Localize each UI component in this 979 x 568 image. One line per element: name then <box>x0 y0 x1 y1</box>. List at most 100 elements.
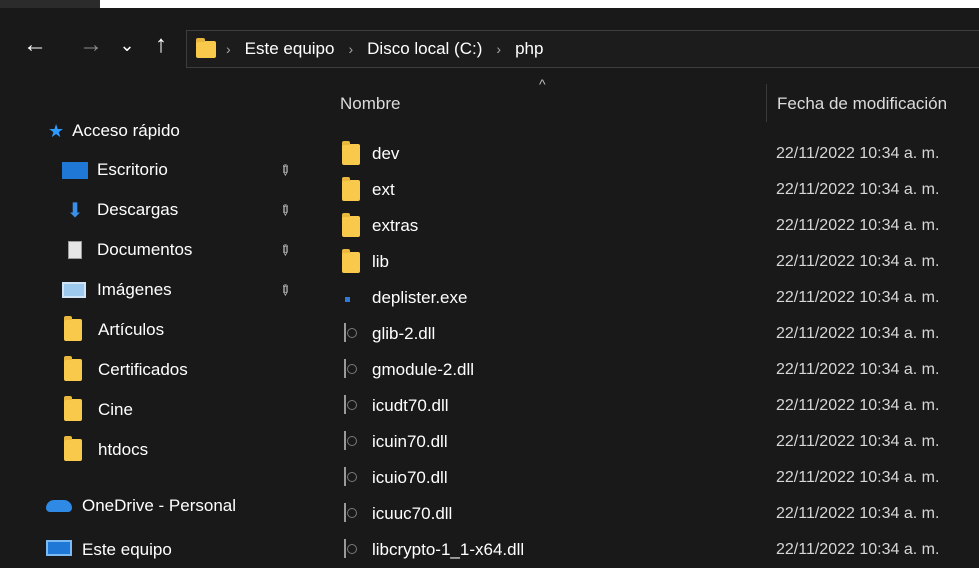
navigation-pane: ★ Acceso rápido Escritorio ✎ ⬇ Descargas… <box>0 74 304 563</box>
file-name: icuuc70.dll <box>372 504 453 523</box>
sort-ascending-icon: ^ <box>539 76 546 92</box>
file-row[interactable]: ext 22/11/2022 10:34 a. m. <box>320 172 979 208</box>
computer-icon <box>46 540 72 556</box>
breadcrumb-php[interactable]: php <box>515 39 543 59</box>
up-button[interactable]: ↑ <box>150 30 172 60</box>
star-icon: ★ <box>48 120 65 141</box>
title-tab <box>0 0 100 8</box>
pin-icon[interactable]: ✎ <box>275 280 295 300</box>
dll-file-icon <box>344 431 346 450</box>
file-modified-date: 22/11/2022 10:34 a. m. <box>776 145 940 162</box>
sidebar-item-label: htdocs <box>98 440 149 459</box>
sidebar-item-cine[interactable]: Cine <box>62 393 133 427</box>
breadcrumb-disco-local[interactable]: Disco local (C:) <box>367 39 482 59</box>
pin-icon[interactable]: ✎ <box>275 200 295 220</box>
column-divider[interactable] <box>766 84 767 122</box>
breadcrumb-separator: › <box>226 41 231 57</box>
file-name: icuio70.dll <box>372 468 448 487</box>
file-row[interactable]: icuuc70.dll 22/11/2022 10:34 a. m. <box>320 496 979 532</box>
dll-file-icon <box>344 539 346 558</box>
window-top-edge <box>0 0 979 8</box>
sidebar-item-onedrive[interactable]: OneDrive - Personal <box>46 489 236 523</box>
file-row[interactable]: glib-2.dll 22/11/2022 10:34 a. m. <box>320 316 979 352</box>
file-row[interactable]: icuio70.dll 22/11/2022 10:34 a. m. <box>320 460 979 496</box>
file-name: dev <box>372 144 400 163</box>
file-modified-date: 22/11/2022 10:34 a. m. <box>776 505 940 522</box>
folder-icon <box>196 37 216 58</box>
file-name: icudt70.dll <box>372 396 449 415</box>
sidebar-item-label: Descargas <box>97 200 179 219</box>
sidebar-item-certificados[interactable]: Certificados <box>62 353 188 387</box>
cloud-icon <box>46 500 72 512</box>
file-name: lib <box>372 252 390 271</box>
sidebar-item-label: Certificados <box>98 360 188 379</box>
sidebar-scrollbar[interactable] <box>304 74 320 563</box>
breadcrumb-separator: › <box>348 41 354 57</box>
folder-icon <box>342 141 360 165</box>
breadcrumb-este-equipo[interactable]: Este equipo <box>245 39 335 59</box>
file-modified-date: 22/11/2022 10:34 a. m. <box>776 217 940 234</box>
file-row[interactable]: lib 22/11/2022 10:34 a. m. <box>320 244 979 280</box>
file-name: libcrypto-1_1-x64.dll <box>372 540 525 559</box>
dll-file-icon <box>344 323 346 342</box>
file-modified-date: 22/11/2022 10:34 a. m. <box>776 433 940 450</box>
document-icon <box>68 241 82 259</box>
folder-icon <box>64 356 82 381</box>
column-header-nombre[interactable]: Nombre <box>340 94 400 114</box>
address-bar[interactable]: › Este equipo › Disco local (C:) › php <box>186 30 979 68</box>
sidebar-item-label: Documentos <box>97 240 193 259</box>
sidebar-item-htdocs[interactable]: htdocs <box>62 433 148 467</box>
sidebar-item-acceso-rapido[interactable]: ★ Acceso rápido <box>48 114 180 148</box>
sidebar-item-documentos[interactable]: Documentos <box>62 233 192 267</box>
sidebar-item-label: Imágenes <box>97 280 172 299</box>
folder-icon <box>342 213 360 237</box>
file-row[interactable]: icuin70.dll 22/11/2022 10:34 a. m. <box>320 424 979 460</box>
file-name: extras <box>372 216 419 235</box>
folder-icon <box>64 316 82 341</box>
sidebar-item-articulos[interactable]: Artículos <box>62 313 164 347</box>
breadcrumb-separator: › <box>496 41 502 57</box>
file-row[interactable]: dev 22/11/2022 10:34 a. m. <box>320 136 979 172</box>
dll-file-icon <box>344 359 346 378</box>
file-name: ext <box>372 180 395 199</box>
file-row[interactable]: extras 22/11/2022 10:34 a. m. <box>320 208 979 244</box>
file-modified-date: 22/11/2022 10:34 a. m. <box>776 181 940 198</box>
file-row[interactable]: gmodule-2.dll 22/11/2022 10:34 a. m. <box>320 352 979 388</box>
file-modified-date: 22/11/2022 10:34 a. m. <box>776 289 940 306</box>
pin-icon[interactable]: ✎ <box>275 160 295 180</box>
sidebar-item-imagenes[interactable]: Imágenes <box>62 273 172 307</box>
column-header-fecha[interactable]: Fecha de modificación <box>777 94 947 114</box>
sidebar-item-escritorio[interactable]: Escritorio <box>62 153 168 187</box>
folder-icon <box>64 436 82 461</box>
sidebar-item-descargas[interactable]: ⬇ Descargas <box>62 193 179 227</box>
sidebar-item-este-equipo[interactable]: Este equipo <box>46 531 172 559</box>
recent-locations-button[interactable]: ⌄ <box>118 30 136 60</box>
back-button[interactable]: ← <box>22 30 48 60</box>
forward-button[interactable]: → <box>78 30 104 60</box>
file-modified-date: 22/11/2022 10:34 a. m. <box>776 469 940 486</box>
folder-icon <box>342 249 360 273</box>
download-icon: ⬇ <box>66 199 84 222</box>
folder-icon <box>64 396 82 421</box>
forward-icon: → <box>79 31 103 58</box>
folder-icon <box>342 177 360 201</box>
file-row[interactable]: icudt70.dll 22/11/2022 10:34 a. m. <box>320 388 979 424</box>
chevron-down-icon: ⌄ <box>119 35 135 55</box>
navigation-bar: ← → ⌄ ↑ › Este equipo › Disco local (C:)… <box>0 8 979 74</box>
up-arrow-icon: ↑ <box>155 31 167 58</box>
dll-file-icon <box>344 395 346 414</box>
sidebar-item-label: Escritorio <box>97 160 168 179</box>
file-modified-date: 22/11/2022 10:34 a. m. <box>776 361 940 378</box>
file-modified-date: 22/11/2022 10:34 a. m. <box>776 397 940 414</box>
pin-icon[interactable]: ✎ <box>275 240 295 260</box>
dll-file-icon <box>344 467 346 486</box>
sidebar-item-label: Artículos <box>98 320 165 339</box>
back-icon: ← <box>23 31 47 58</box>
sidebar-item-label: OneDrive - Personal <box>82 496 237 515</box>
file-row[interactable]: deplister.exe 22/11/2022 10:34 a. m. <box>320 280 979 316</box>
file-name: deplister.exe <box>372 288 468 307</box>
pictures-icon <box>62 282 86 298</box>
dll-file-icon <box>344 503 346 522</box>
sidebar-item-label: Acceso rápido <box>72 121 180 140</box>
file-modified-date: 22/11/2022 10:34 a. m. <box>776 325 940 342</box>
